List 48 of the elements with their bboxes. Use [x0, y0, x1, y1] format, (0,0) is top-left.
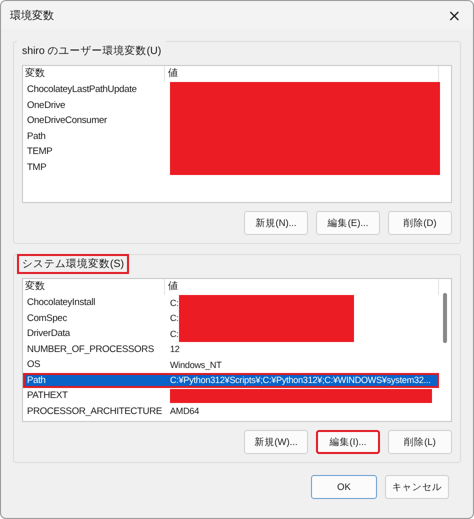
variable-name: DriverData	[26, 328, 72, 340]
variable-value: 12	[170, 344, 180, 354]
variable-name: ChocolateyInstall	[26, 297, 96, 308]
variable-value: C:	[170, 313, 179, 324]
table-row[interactable]: TEMP	[23, 144, 439, 160]
variable-value: Windows_NT	[170, 360, 222, 370]
action-button[interactable]: 新規(W)...	[244, 430, 308, 454]
ok-button[interactable]: OK	[311, 475, 377, 499]
table-row[interactable]: OS Windows_NT	[23, 357, 439, 372]
variable-value: C:¥Python312¥Scripts¥;C:¥Python312¥;C:¥WINDOWS¥system32...	[170, 375, 431, 386]
variable-name: PATHEXT	[26, 390, 69, 402]
column-header[interactable]: 変数	[23, 279, 165, 295]
table-row[interactable]: ChocolateyLastPathUpdate	[23, 82, 439, 98]
cancel-button[interactable]: キャンセル	[385, 475, 449, 499]
variable-name: OS	[26, 359, 42, 370]
group-label: システム環境変数(S)	[17, 254, 129, 274]
variable-name: OneDriveConsumer	[26, 115, 108, 126]
action-button[interactable]: 新規(N)...	[244, 211, 308, 235]
action-button[interactable]: 削除(D)	[388, 211, 452, 235]
variable-name: NUMBER_OF_PROCESSORS	[26, 344, 155, 355]
table-row[interactable]: DriverData C:	[23, 326, 439, 342]
table-row[interactable]: NUMBER_OF_PROCESSORS 12	[23, 342, 439, 357]
table-row[interactable]: OneDrive	[23, 98, 439, 113]
close-button[interactable]: ×	[444, 6, 465, 24]
action-button[interactable]: 削除(L)	[388, 430, 452, 454]
table-row[interactable]: PATHEXT	[23, 388, 439, 404]
variable-name: Path	[26, 374, 47, 386]
variable-name: PROCESSOR_ARCHITECTURE	[26, 406, 163, 417]
table-row[interactable]: ComSpec C:	[23, 310, 439, 326]
variable-name: ChocolateyLastPathUpdate	[26, 84, 138, 96]
variable-value: C:	[170, 328, 179, 339]
action-button[interactable]: 編集(I)...	[316, 430, 380, 454]
variable-value: C:	[170, 298, 179, 308]
table-row[interactable]: ChocolateyInstall C:	[23, 295, 439, 310]
table-row[interactable]: OneDriveConsumer	[23, 113, 439, 128]
variable-value: AMD64	[170, 406, 200, 416]
table-row[interactable]: Path C:¥Python312¥Scripts¥;C:¥Python312¥;C:¥WINDOWS¥system32...	[23, 372, 439, 388]
variable-name: TEMP	[26, 146, 54, 158]
table-row[interactable]: Path	[23, 128, 439, 144]
variable-name: ComSpec	[26, 312, 68, 324]
window-title: 環境変数	[10, 8, 54, 22]
column-header[interactable]: 変数	[23, 66, 165, 82]
variable-name: TMP	[26, 162, 48, 173]
action-button[interactable]: 編集(E)...	[316, 211, 380, 235]
variable-name: OneDrive	[26, 100, 66, 111]
variable-name: Path	[26, 130, 47, 142]
table-row[interactable]: TMP	[23, 160, 439, 175]
table-row[interactable]: PROCESSOR_ARCHITECTURE AMD64	[23, 404, 439, 419]
